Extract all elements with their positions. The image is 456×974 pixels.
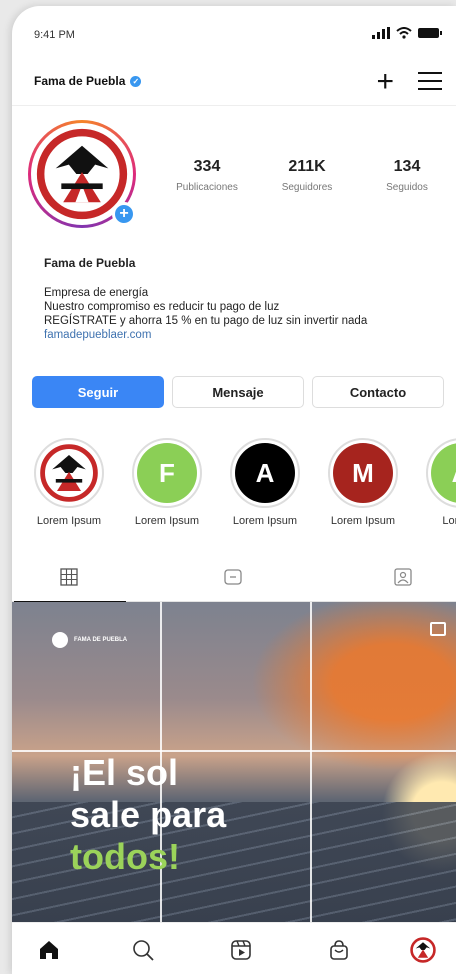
highlight-label: Lorem Ipsum: [36, 515, 102, 527]
highlight-logo-icon: [39, 443, 99, 503]
story-highlights: Lorem Ipsum F Lorem Ipsum A Lorem Ipsum …: [28, 438, 456, 538]
stat-posts[interactable]: 334 Publicaciones: [162, 158, 252, 193]
highlight-item[interactable]: A Lorem I: [420, 438, 456, 527]
phone-screen: 9:41 PM Fama de Puebla ✓ + + 334 Publica…: [12, 6, 456, 974]
post-brand-text: FAMA DE PUEBLA: [74, 637, 128, 643]
carousel-icon: [430, 622, 446, 636]
reels-icon: [231, 940, 251, 960]
status-time: 9:41 PM: [34, 29, 75, 41]
stat-followers[interactable]: 211K Seguidores: [262, 158, 352, 193]
menu-icon[interactable]: [418, 72, 442, 96]
highlight-circle: A: [230, 438, 300, 508]
profile-tabs: [12, 558, 456, 603]
reels-icon: [224, 569, 242, 585]
post-headline: ¡El sol sale para todos!: [70, 752, 226, 878]
stat-followers-label: Seguidores: [281, 182, 333, 193]
headline-line: sale para: [70, 794, 227, 835]
stat-following-value: 134: [393, 158, 421, 175]
profile-name: Fama de Puebla: [44, 256, 136, 270]
shopping-bag-icon: [330, 940, 348, 960]
highlight-item[interactable]: A Lorem Ipsum: [224, 438, 306, 527]
contact-button[interactable]: Contacto: [312, 376, 444, 408]
highlight-item[interactable]: F Lorem Ipsum: [126, 438, 208, 527]
highlight-label: Lorem Ipsum: [232, 515, 298, 527]
highlight-circle: [34, 438, 104, 508]
post-grid: FAMA DE PUEBLA ¡El sol sale para todos!: [12, 602, 456, 922]
highlight-circle: F: [132, 438, 202, 508]
header-username[interactable]: Fama de Puebla ✓: [34, 74, 142, 88]
headline-line-green: todos!: [70, 836, 180, 877]
highlight-letter: A: [431, 443, 456, 503]
tab-reels[interactable]: [224, 568, 244, 588]
highlight-circle: A: [426, 438, 456, 508]
follow-button[interactable]: Seguir: [32, 376, 164, 408]
highlight-letter: F: [137, 443, 197, 503]
add-post-button[interactable]: +: [376, 65, 394, 99]
highlight-label: Lorem Ipsum: [134, 515, 200, 527]
tab-grid[interactable]: [14, 568, 126, 603]
grid-icon: [60, 568, 78, 586]
highlight-circle: M: [328, 438, 398, 508]
nav-search[interactable]: [130, 937, 156, 963]
verified-icon: ✓: [130, 75, 142, 87]
tagged-user-icon: [394, 568, 412, 586]
highlight-label: Lorem I: [442, 515, 456, 527]
bio-line: REGÍSTRATE y ahorra 15 % en tu pago de l…: [44, 315, 368, 327]
profile-link[interactable]: famadepueblaer.com: [44, 328, 444, 342]
grid-divider: [310, 602, 312, 922]
highlight-item[interactable]: Lorem Ipsum: [28, 438, 110, 527]
username-text: Fama de Puebla: [34, 74, 126, 88]
post-brand: FAMA DE PUEBLA: [52, 632, 127, 648]
status-icons: [372, 27, 442, 39]
highlight-letter: M: [333, 443, 393, 503]
bio-line: Empresa de energía: [44, 287, 149, 299]
stat-following-label: Seguidos: [386, 182, 428, 193]
nav-reels[interactable]: [228, 937, 254, 963]
nav-shop[interactable]: [326, 937, 352, 963]
highlight-label: Lorem Ipsum: [330, 515, 396, 527]
battery-icon: [418, 28, 442, 38]
profile-header: Fama de Puebla ✓ +: [12, 62, 456, 106]
highlight-letter: A: [235, 443, 295, 503]
headline-line: ¡El sol: [70, 752, 179, 793]
nav-profile[interactable]: [410, 937, 436, 963]
profile-avatar-icon: [410, 937, 436, 963]
bottom-nav: [12, 922, 456, 974]
tab-tagged[interactable]: [394, 568, 414, 588]
profile-stats: 334 Publicaciones 211K Seguidores 134 Se…: [162, 158, 452, 193]
profile-actions: Seguir Mensaje Contacto: [32, 376, 456, 408]
highlight-item[interactable]: M Lorem Ipsum: [322, 438, 404, 527]
stat-posts-value: 334: [193, 158, 221, 175]
status-bar: 9:41 PM: [12, 6, 456, 62]
stat-posts-label: Publicaciones: [176, 182, 238, 193]
post-logo-icon: [52, 632, 68, 648]
bio-line: Nuestro compromiso es reducir tu pago de…: [44, 301, 280, 313]
home-icon: [40, 941, 58, 959]
profile-bio: Fama de Puebla Empresa de energía Nuestr…: [44, 256, 444, 342]
nav-home[interactable]: [36, 937, 62, 963]
add-story-button[interactable]: +: [112, 202, 136, 226]
stat-following[interactable]: 134 Seguidos: [362, 158, 452, 193]
stat-followers-value: 211K: [288, 158, 326, 175]
signal-icon: [372, 27, 390, 39]
search-icon: [133, 940, 154, 961]
message-button[interactable]: Mensaje: [172, 376, 304, 408]
wifi-icon: [396, 27, 412, 39]
